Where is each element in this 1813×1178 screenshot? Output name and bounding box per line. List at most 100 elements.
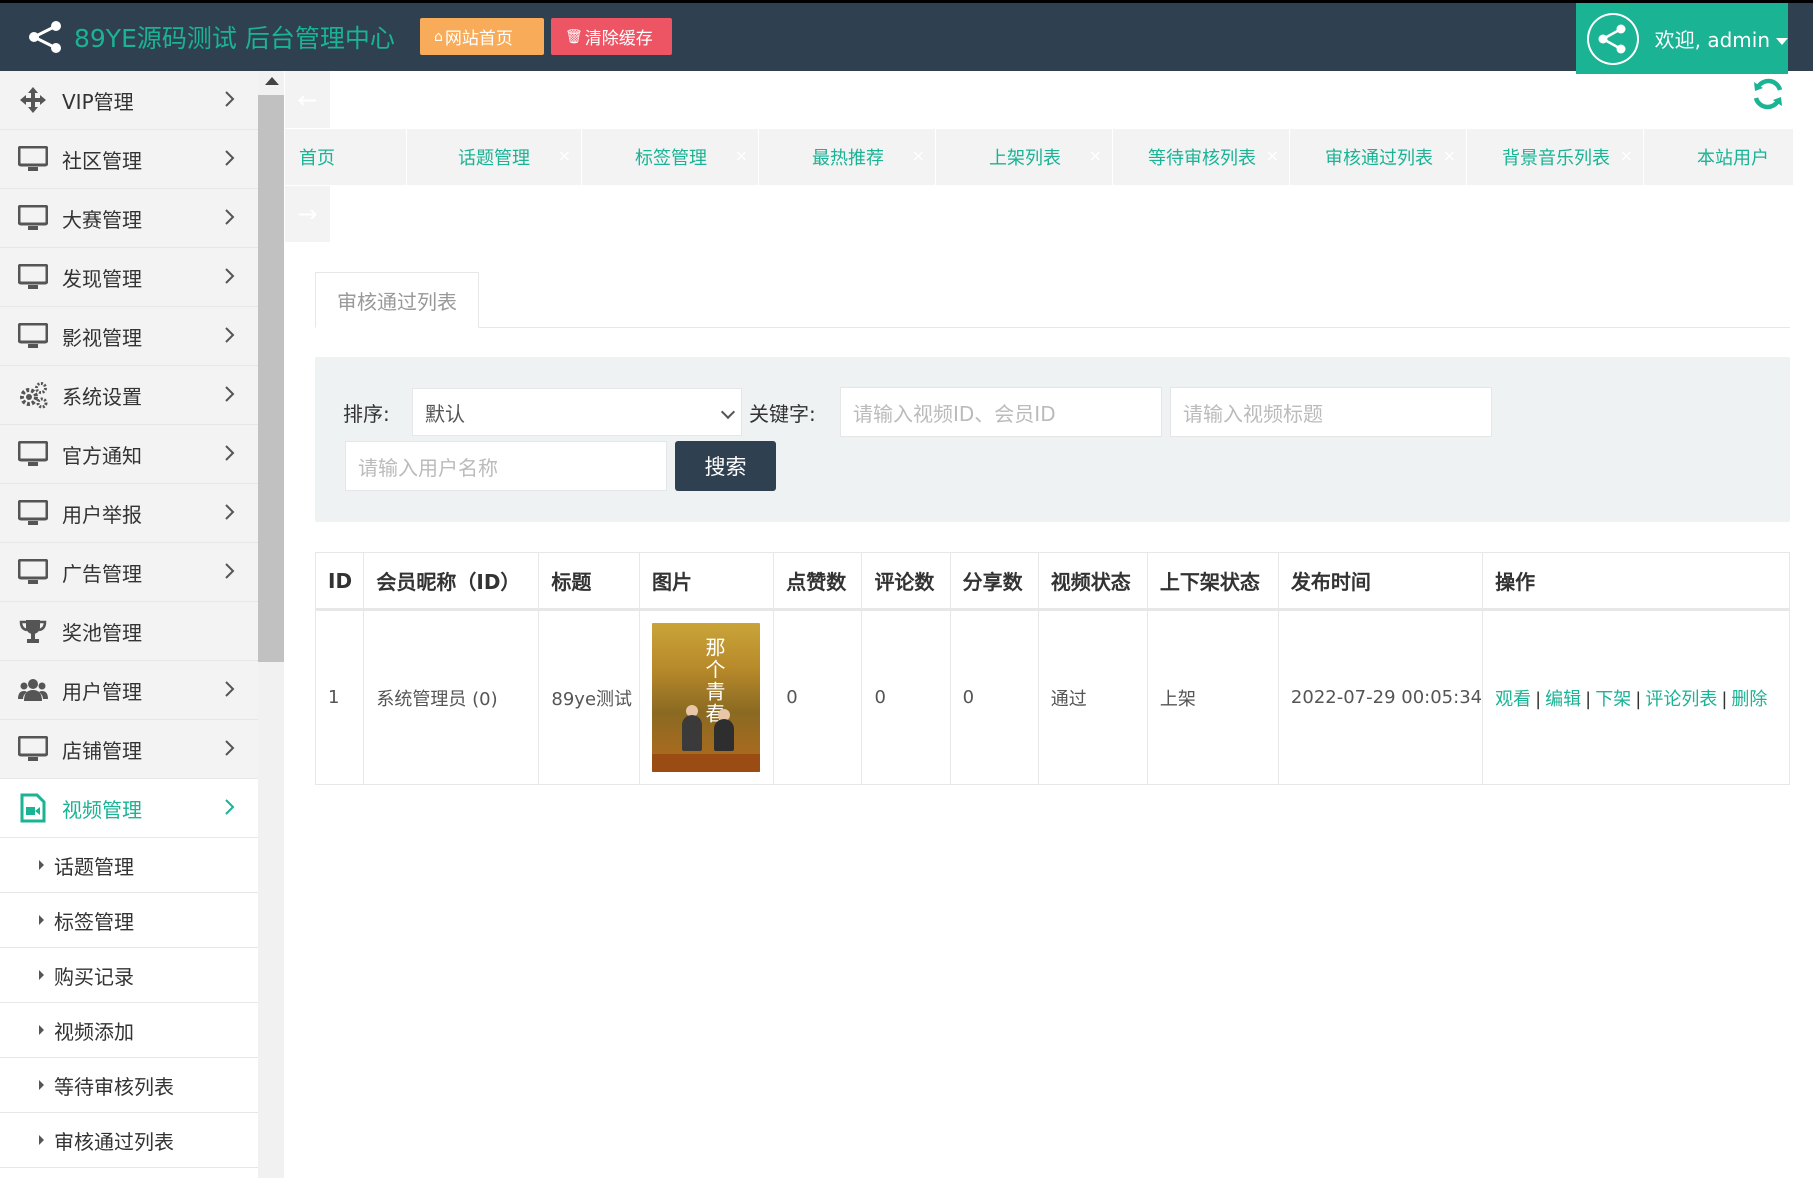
sidebar-item-reports[interactable]: 用户举报 xyxy=(0,484,258,543)
brand[interactable]: 89YE源码测试 后台管理中心 xyxy=(26,17,395,57)
tab-on-shelf[interactable]: 上架列表 × xyxy=(938,129,1113,185)
close-icon[interactable]: × xyxy=(912,146,925,165)
sidebar-scrollbar[interactable] xyxy=(258,71,284,1178)
sidebar-item-label: 社区管理 xyxy=(62,148,142,173)
tab-bgm[interactable]: 背景音乐列表 × xyxy=(1469,129,1644,185)
page-tabs: 首页 话题管理 × 标签管理 × 最热推荐 × 上架列表 × 等待审核列表 × 审核通过列… xyxy=(285,129,1793,185)
column-header[interactable]: 评论数 xyxy=(861,552,951,611)
chevron-right-icon xyxy=(225,445,235,461)
cell-likes: 0 xyxy=(773,609,863,785)
sidebar-item-label: 用户举报 xyxy=(62,502,142,527)
refresh-icon[interactable] xyxy=(1750,76,1786,112)
column-header[interactable]: ID xyxy=(314,552,365,611)
edit-link[interactable]: 编辑 xyxy=(1545,689,1581,710)
sidebar-item-vip[interactable]: VIP管理 xyxy=(0,71,258,130)
monitor-icon xyxy=(18,144,48,174)
take-down-link[interactable]: 下架 xyxy=(1595,689,1631,710)
tabs-scroll-left-button[interactable]: ← xyxy=(285,71,330,128)
column-header[interactable]: 上下架状态 xyxy=(1146,552,1279,611)
column-header[interactable]: 发布时间 xyxy=(1277,552,1484,611)
sidebar-subitem-approved[interactable]: 审核通过列表 xyxy=(0,1113,258,1168)
chevron-right-icon xyxy=(225,504,235,520)
tab-site-users[interactable]: 本站用户 xyxy=(1646,129,1793,185)
sidebar-item-videos[interactable]: 视频管理 xyxy=(0,779,258,838)
tab-approved[interactable]: 审核通过列表 × xyxy=(1292,129,1467,185)
search-panel xyxy=(315,357,1790,522)
cell-actions: 观看 | 编辑 | 下架 | 评论列表 | 删除 xyxy=(1482,609,1790,785)
sidebar-item-discover[interactable]: 发现管理 xyxy=(0,248,258,307)
close-icon[interactable]: × xyxy=(1089,146,1102,165)
tab-topics[interactable]: 话题管理 × xyxy=(407,129,582,185)
chevron-right-icon xyxy=(225,268,235,284)
sidebar-subitem-tags[interactable]: 标签管理 xyxy=(0,893,258,948)
sidebar-item-users[interactable]: 用户管理 xyxy=(0,661,258,720)
chevron-right-icon xyxy=(225,386,235,402)
caret-right-icon xyxy=(39,860,44,870)
sidebar-item-community[interactable]: 社区管理 xyxy=(0,130,258,189)
table-header-row: ID 会员昵称（ID） 标题 图片 点赞数 评论数 分享数 视频状态 上下架状态… xyxy=(314,552,1790,611)
column-header[interactable]: 操作 xyxy=(1482,552,1790,611)
sidebar-item-shops[interactable]: 店铺管理 xyxy=(0,720,258,779)
sidebar-item-settings[interactable]: 系统设置 xyxy=(0,366,258,425)
close-icon[interactable]: × xyxy=(1620,146,1633,165)
sidebar-item-label: 发现管理 xyxy=(62,266,142,291)
video-title-input[interactable]: 请输入视频标题 xyxy=(1170,387,1492,437)
sidebar-subitem-topics[interactable]: 话题管理 xyxy=(0,838,258,893)
cell-id: 1 xyxy=(314,609,365,785)
column-header[interactable]: 图片 xyxy=(638,552,775,611)
sidebar-item-contest[interactable]: 大赛管理 xyxy=(0,189,258,248)
column-header[interactable]: 点赞数 xyxy=(773,552,863,611)
caret-right-icon xyxy=(39,1025,44,1035)
close-icon[interactable]: × xyxy=(1266,146,1279,165)
sidebar-subitem-purchases[interactable]: 购买记录 xyxy=(0,948,258,1003)
content-tab-label: 审核通过列表 xyxy=(337,289,457,314)
close-icon[interactable]: × xyxy=(1443,146,1456,165)
column-header[interactable]: 视频状态 xyxy=(1037,552,1148,611)
close-icon[interactable]: × xyxy=(558,146,571,165)
separator: | xyxy=(1585,688,1592,710)
sidebar-item-movies[interactable]: 影视管理 xyxy=(0,307,258,366)
top-header: 89YE源码测试 后台管理中心 ⌂ 网站首页 🗑 清除缓存 欢迎, admin xyxy=(0,0,1813,74)
sidebar-subitem-label: 标签管理 xyxy=(54,909,134,934)
tab-hot[interactable]: 最热推荐 × xyxy=(761,129,936,185)
chevron-down-icon xyxy=(720,404,736,420)
delete-link[interactable]: 删除 xyxy=(1731,689,1767,710)
monitor-icon xyxy=(18,262,48,292)
tab-label: 审核通过列表 xyxy=(1325,148,1433,169)
input-placeholder: 请输入视频ID、会员ID xyxy=(853,401,1056,426)
tabs-scroll-right-button[interactable]: → xyxy=(285,186,330,242)
trophy-icon xyxy=(18,616,48,646)
sidebar-item-ads[interactable]: 广告管理 xyxy=(0,543,258,602)
sidebar-item-prize-pool[interactable]: 奖池管理 xyxy=(0,602,258,661)
website-home-button[interactable]: ⌂ 网站首页 xyxy=(420,18,544,55)
sidebar-subitem-pending[interactable]: 等待审核列表 xyxy=(0,1058,258,1113)
scrollbar-thumb[interactable] xyxy=(258,95,284,662)
user-name-input[interactable]: 请输入用户名称 xyxy=(345,441,667,491)
content-tab-approved[interactable]: 审核通过列表 xyxy=(315,272,479,328)
column-header[interactable]: 分享数 xyxy=(949,552,1039,611)
tab-pending[interactable]: 等待审核列表 × xyxy=(1115,129,1290,185)
comment-list-link[interactable]: 评论列表 xyxy=(1645,689,1717,710)
sidebar-item-label: 系统设置 xyxy=(62,384,142,409)
watch-link[interactable]: 观看 xyxy=(1495,689,1531,710)
arrow-left-icon: ← xyxy=(297,85,318,114)
column-header[interactable]: 会员昵称（ID） xyxy=(363,552,540,611)
video-table: ID 会员昵称（ID） 标题 图片 点赞数 评论数 分享数 视频状态 上下架状态… xyxy=(314,552,1790,785)
search-button[interactable]: 搜索 xyxy=(675,441,776,491)
clear-cache-button[interactable]: 🗑 清除缓存 xyxy=(551,18,672,55)
monitor-icon xyxy=(18,203,48,233)
scroll-up-arrow-icon[interactable] xyxy=(265,77,279,85)
sidebar-item-notices[interactable]: 官方通知 xyxy=(0,425,258,484)
video-id-input[interactable]: 请输入视频ID、会员ID xyxy=(840,387,1162,437)
tab-tags[interactable]: 标签管理 × xyxy=(584,129,759,185)
video-thumbnail[interactable]: 那个青春 xyxy=(652,623,760,772)
sort-select[interactable]: 默认 xyxy=(412,388,742,436)
cell-image: 那个青春 xyxy=(638,609,775,785)
user-menu[interactable]: 欢迎, admin xyxy=(1576,3,1788,74)
chevron-right-icon xyxy=(225,150,235,166)
close-icon[interactable]: × xyxy=(735,146,748,165)
cell-title: 89ye测试 xyxy=(538,609,640,785)
column-header[interactable]: 标题 xyxy=(538,552,640,611)
tab-home[interactable]: 首页 xyxy=(285,129,407,185)
sidebar-subitem-add-video[interactable]: 视频添加 xyxy=(0,1003,258,1058)
